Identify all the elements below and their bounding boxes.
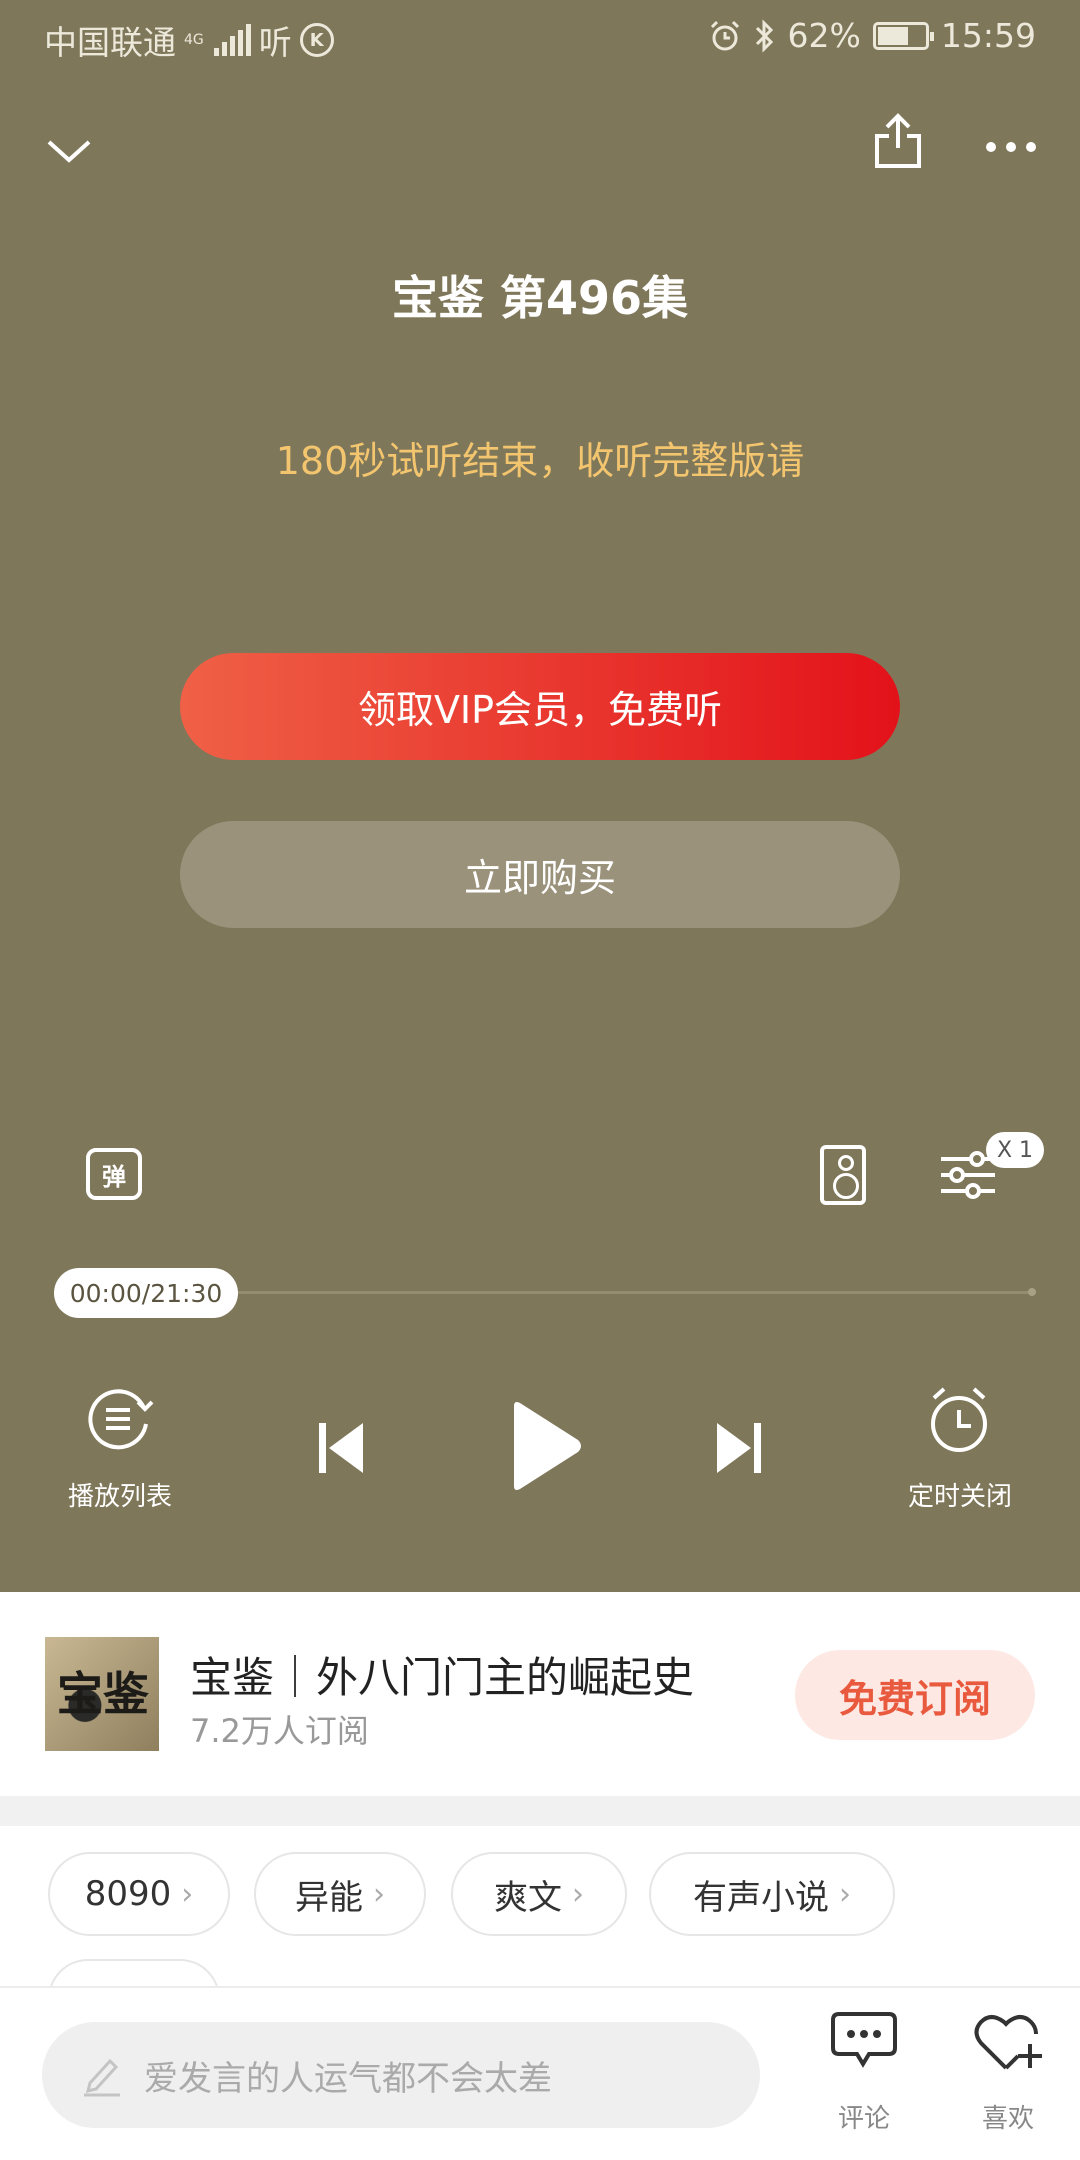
bluetooth-icon bbox=[755, 18, 773, 53]
danmaku-label: 弹 bbox=[102, 1162, 126, 1191]
comment-label[interactable]: 评论 bbox=[804, 2098, 924, 2135]
timer-label[interactable]: 定时关闭 bbox=[860, 1476, 1060, 1513]
comment-input[interactable]: 爱发言的人运气都不会太差 bbox=[42, 2022, 760, 2128]
tag-label: 爽文 bbox=[494, 1877, 562, 1918]
tag-chip[interactable]: 爽文 › bbox=[451, 1852, 627, 1936]
pencil-icon bbox=[84, 2058, 120, 2097]
tag-list: 8090 › 异能 › 爽文 › 有声小说 › bbox=[0, 1826, 1080, 1986]
progress-end bbox=[1028, 1288, 1036, 1296]
alarm-icon bbox=[710, 20, 739, 50]
chevron-down-icon[interactable] bbox=[44, 126, 94, 176]
battery-icon bbox=[872, 21, 934, 50]
section-divider bbox=[0, 1796, 1080, 1826]
play-icon[interactable] bbox=[508, 1400, 584, 1492]
more-icon[interactable] bbox=[982, 130, 1040, 164]
album-title[interactable]: 宝鉴｜外八门门主的崛起史 bbox=[190, 1644, 694, 1705]
clock: 15:59 bbox=[940, 16, 1036, 55]
tag-label: 有声小说 bbox=[693, 1877, 829, 1918]
like-icon[interactable] bbox=[972, 2010, 1044, 2074]
tag-chip[interactable]: 有声小说 › bbox=[649, 1852, 895, 1936]
battery-percent: 62% bbox=[787, 16, 861, 55]
subscribe-button[interactable]: 免费订阅 bbox=[795, 1650, 1035, 1740]
danmaku-icon[interactable]: 弹 bbox=[86, 1148, 142, 1200]
album-cover[interactable]: 宝鉴 bbox=[45, 1637, 159, 1751]
previous-icon[interactable] bbox=[316, 1420, 366, 1476]
network-type: 4G bbox=[184, 32, 204, 48]
status-left: 中国联通 4G 听 K bbox=[44, 16, 334, 64]
progress-thumb[interactable]: 00:00/21:30 bbox=[54, 1268, 238, 1318]
chevron-right-icon: › bbox=[181, 1876, 194, 1912]
speed-badge[interactable]: X 1 bbox=[986, 1132, 1044, 1168]
tag-chip[interactable]: 异能 › bbox=[254, 1852, 426, 1936]
album-subscriber-count: 7.2万人订阅 bbox=[190, 1712, 369, 1750]
comment-icon[interactable] bbox=[828, 2010, 900, 2072]
timer-icon[interactable] bbox=[926, 1384, 992, 1456]
carrier-label: 中国联通 bbox=[44, 23, 176, 62]
like-label[interactable]: 喜欢 bbox=[948, 2098, 1068, 2135]
app-label: 听 bbox=[258, 23, 292, 62]
status-bar: 中国联通 4G 听 K 62% 15:59 bbox=[0, 0, 1080, 72]
tag-label: 异能 bbox=[295, 1877, 363, 1918]
episode-title: 宝鉴 第496集 bbox=[391, 271, 689, 325]
player-panel: 中国联通 4G 听 K 62% 15:59 宝鉴 第496集 180秒试听结束，… bbox=[0, 0, 1080, 1592]
share-icon[interactable] bbox=[870, 110, 926, 172]
status-right: 62% 15:59 bbox=[708, 16, 1036, 55]
buy-button[interactable]: 立即购买 bbox=[180, 821, 900, 928]
tag-label: 8090 bbox=[84, 1874, 172, 1914]
vip-button[interactable]: 领取VIP会员，免费听 bbox=[180, 653, 900, 760]
signal-icon bbox=[213, 24, 251, 56]
trial-notice: 180秒试听结束，收听完整版请 bbox=[275, 439, 805, 483]
tag-chip[interactable]: 8090 › bbox=[48, 1852, 230, 1936]
next-icon[interactable] bbox=[714, 1420, 764, 1476]
comment-placeholder: 爱发言的人运气都不会太差 bbox=[144, 2058, 552, 2099]
tag-chip-partial[interactable] bbox=[48, 1959, 220, 1986]
chevron-right-icon: › bbox=[572, 1876, 584, 1912]
playlist-label[interactable]: 播放列表 bbox=[20, 1476, 220, 1513]
bottom-bar: 爱发言的人运气都不会太差 评论 喜欢 bbox=[0, 1986, 1080, 2160]
chevron-right-icon: › bbox=[839, 1876, 851, 1912]
speaker-icon[interactable] bbox=[820, 1145, 866, 1205]
album-bar[interactable]: 宝鉴 宝鉴｜外八门门主的崛起史 7.2万人订阅 免费订阅 bbox=[0, 1592, 1080, 1796]
playlist-icon[interactable] bbox=[82, 1384, 156, 1454]
k-icon: K bbox=[299, 23, 334, 57]
album-cover-text: 宝鉴 bbox=[57, 1667, 149, 1721]
chevron-right-icon: › bbox=[373, 1876, 385, 1912]
